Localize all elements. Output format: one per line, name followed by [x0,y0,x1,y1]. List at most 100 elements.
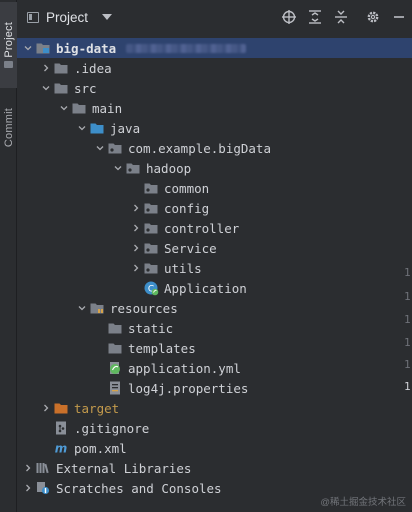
module-folder-icon [35,40,51,56]
tree-node-config[interactable]: config [17,198,412,218]
package-icon [107,140,123,156]
tree-node-idea[interactable]: .idea [17,58,412,78]
chevron-right-icon[interactable] [129,201,143,215]
tree-node-label: utils [164,260,202,276]
chevron-down-icon [102,14,113,20]
tree-node-hadoop[interactable]: hadoop [17,158,412,178]
tree-node-label: .idea [74,60,112,76]
tree-node-label: Service [164,240,217,256]
project-tree[interactable]: big-data .idea src main java com.example.bigD… [17,38,412,498]
tree-node-label: application.yml [128,360,241,376]
tree-node-target[interactable]: target [17,398,412,418]
tree-node-label: templates [128,340,196,356]
gitignore-file-icon [53,420,69,436]
tree-node-label: hadoop [146,160,192,176]
collapse-all-button[interactable] [328,4,354,30]
tree-node-label: Scratches and Consoles [56,480,222,496]
gutter-number: 1 [404,358,411,371]
tree-node-label: config [164,200,210,216]
tree-node-application-yml[interactable]: application.yml [17,358,412,378]
chevron-down-icon[interactable] [39,81,53,95]
tree-node-label: java [110,120,141,136]
tree-node-java[interactable]: java [17,118,412,138]
chevron-down-icon[interactable] [111,161,125,175]
chevron-right-icon[interactable] [129,221,143,235]
crosshair-icon [282,10,296,24]
commit-tool-tab[interactable]: Commit [0,100,17,156]
tree-node-external-libraries[interactable]: External Libraries [17,458,412,478]
collapse-all-icon [335,10,347,24]
tree-node-gitignore[interactable]: .gitignore [17,418,412,438]
gutter-number: 1 [404,336,411,349]
project-panel-header: Project [17,0,412,34]
tree-node-label: log4j.properties [128,380,249,396]
tree-node-label: main [92,100,123,116]
tree-node-big-data[interactable]: big-data [17,38,412,58]
resources-folder-icon [89,300,105,316]
tree-node-label: big-data [56,40,117,56]
tree-node-label: controller [164,220,240,236]
libraries-icon [35,460,51,476]
package-icon [143,200,159,216]
tree-node-label: src [74,80,97,96]
project-icon [27,11,39,23]
tree-node-log4j-properties[interactable]: log4j.properties [17,378,412,398]
gear-icon [367,11,379,23]
tree-node-controller[interactable]: controller [17,218,412,238]
package-icon [143,260,159,276]
tree-node-resources[interactable]: resources [17,298,412,318]
scratches-icon [35,480,51,496]
tree-node-com-example-bigdata[interactable]: com.example.bigData [17,138,412,158]
chevron-down-icon[interactable] [75,121,89,135]
tree-node-common[interactable]: common [17,178,412,198]
project-view-selector[interactable]: Project [27,9,113,25]
folder-icon [107,320,123,336]
chevron-right-icon[interactable] [129,241,143,255]
tree-node-application[interactable]: C Application [17,278,412,298]
commit-tool-tab-label: Commit [2,108,15,148]
tree-node-static[interactable]: static [17,318,412,338]
redacted-path [126,43,247,53]
expand-all-icon [309,10,321,24]
hide-panel-button[interactable] [386,4,412,30]
minus-icon [394,16,404,18]
properties-file-icon [107,380,123,396]
gutter-number: 1 [404,290,411,303]
tree-node-label: Application [164,280,247,296]
spring-yml-icon [107,360,123,376]
tree-node-src[interactable]: src [17,78,412,98]
select-opened-file-button[interactable] [276,4,302,30]
folder-icon [4,61,13,69]
chevron-right-icon[interactable] [21,481,35,495]
options-button[interactable] [360,4,386,30]
gutter-number: 1 [404,313,411,326]
package-icon [143,240,159,256]
tree-node-templates[interactable]: templates [17,338,412,358]
source-folder-icon [89,120,105,136]
tree-node-service[interactable]: Service [17,238,412,258]
chevron-down-icon[interactable] [75,301,89,315]
chevron-right-icon[interactable] [21,461,35,475]
tree-node-utils[interactable]: utils [17,258,412,278]
watermark: @稀土掘金技术社区 [320,497,406,508]
chevron-right-icon[interactable] [39,401,53,415]
spring-class-icon: C [143,280,159,296]
svg-text:m: m [55,442,68,456]
chevron-down-icon[interactable] [93,141,107,155]
expand-all-button[interactable] [302,4,328,30]
tree-node-label: target [74,400,120,416]
tree-node-pom-xml[interactable]: m pom.xml [17,438,412,458]
tree-node-label: com.example.bigData [128,140,271,156]
folder-icon [53,60,69,76]
project-panel-title: Project [46,9,89,25]
tree-node-label: common [164,180,210,196]
chevron-down-icon[interactable] [21,41,35,55]
tree-node-main[interactable]: main [17,98,412,118]
package-icon [125,160,141,176]
excluded-folder-icon [53,400,69,416]
chevron-right-icon[interactable] [129,261,143,275]
chevron-right-icon[interactable] [39,61,53,75]
gutter-number: 1 [404,266,411,279]
package-icon [143,220,159,236]
chevron-down-icon[interactable] [57,101,71,115]
